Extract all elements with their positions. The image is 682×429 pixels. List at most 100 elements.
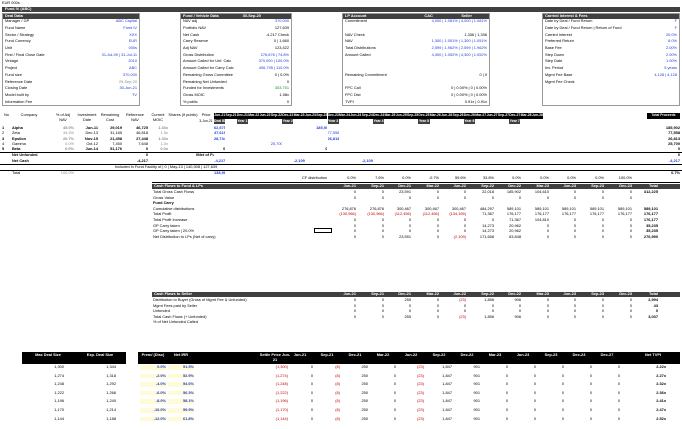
cell-value[interactable]: 185,902 <box>647 126 680 131</box>
cell-value[interactable]: 0 <box>606 190 632 195</box>
cell-value[interactable]: 0 <box>358 190 384 195</box>
cell-value[interactable]: 14,273 <box>468 224 494 229</box>
panel-value[interactable]: XXX <box>68 33 137 38</box>
matrix-cell[interactable]: 58.1% <box>168 399 194 405</box>
cell-value[interactable]: 0 <box>413 298 439 303</box>
panel-value[interactable]: 4,000 | 1.081% | 4,000 | 1.081% <box>375 19 487 24</box>
matrix-cell[interactable]: -10.0% <box>140 408 166 413</box>
cell-value[interactable]: 312,225 <box>632 190 658 195</box>
cell-value[interactable]: 0 <box>550 304 576 309</box>
cell-value[interactable]: 0 <box>578 218 604 223</box>
panel-value[interactable]: 1.00% <box>608 59 677 64</box>
matrix-cell[interactable]: -6.0% <box>140 390 166 396</box>
cell-value[interactable]: 0 <box>330 196 356 201</box>
exp-deal-size[interactable]: 1,266 <box>76 391 116 396</box>
cell-value[interactable]: 0 <box>440 218 466 223</box>
cell-value[interactable]: 0 <box>468 309 494 314</box>
cell-value[interactable]: 906 <box>495 298 522 303</box>
panel-value[interactable]: EUR <box>68 39 137 44</box>
cell-value[interactable]: 589,101 <box>523 207 549 212</box>
max-deal-size[interactable]: 1,222 <box>24 391 64 396</box>
cell-value[interactable]: (23) <box>440 298 466 303</box>
cell-value[interactable]: 185,902 <box>495 190 521 195</box>
cell-value[interactable]: 300,467 <box>385 207 411 212</box>
cell-value[interactable]: 176,177 <box>632 212 658 217</box>
cell-value[interactable]: 35,235 <box>632 224 658 229</box>
panel-value[interactable]: 31-Jul-09 | 31-Jul-11 <box>68 53 137 58</box>
cell-value[interactable]: 171,658 <box>468 235 494 240</box>
matrix-cell[interactable]: 59.9% <box>168 408 194 413</box>
cell-value[interactable]: 23,591 <box>385 235 411 240</box>
panel-value[interactable]: 2.00% <box>608 46 677 51</box>
panel-value[interactable]: 0 | 1,660 <box>234 39 289 44</box>
cell-value[interactable]: 0 <box>632 309 658 314</box>
cell-value[interactable]: 0 <box>385 304 411 309</box>
max-deal-size[interactable]: 1,248 <box>24 382 64 387</box>
cell-value[interactable]: 25,700 <box>271 142 282 147</box>
cell-value[interactable]: 138,985 <box>214 171 225 176</box>
cell-value[interactable]: 0 <box>413 235 439 240</box>
cell-value[interactable]: 0 <box>413 309 439 314</box>
cell-value[interactable]: 176,177 <box>606 212 632 217</box>
panel-value[interactable]: TV <box>68 93 137 98</box>
cell-value[interactable]: 0 <box>523 224 549 229</box>
cell-value[interactable]: 589,101 <box>606 207 632 212</box>
cell-value[interactable]: 0 <box>606 218 632 223</box>
cell-value[interactable]: -2,109 <box>293 159 305 164</box>
cell-value[interactable]: 26,813 <box>647 137 680 142</box>
panel-value[interactable]: 406,795 | 110.0% <box>234 66 289 71</box>
max-deal-size[interactable]: 1,274 <box>24 374 64 379</box>
cell-value[interactable]: 0 <box>358 229 384 234</box>
cell-value[interactable]: 276,876 <box>330 207 356 212</box>
cell-value[interactable]: (2,109) <box>440 235 466 240</box>
cell-value[interactable]: 589,101 <box>578 207 604 212</box>
cell-value[interactable]: 0 <box>550 309 576 314</box>
cell-value[interactable]: 77,558 <box>647 131 680 136</box>
cell-value[interactable]: 176,177 <box>550 212 576 217</box>
cell-value[interactable]: 104,610 <box>523 190 549 195</box>
cell-value[interactable]: 255 <box>385 315 412 320</box>
cell-value[interactable]: 104,810 <box>523 218 549 223</box>
max-deal-size[interactable]: 1,196 <box>24 399 64 404</box>
panel-value[interactable]: 276,876 | 74.8% <box>234 53 289 58</box>
cell-value[interactable]: 1,856 <box>468 298 494 303</box>
cell-value[interactable]: 28,734 <box>214 137 225 142</box>
cell-value[interactable]: 0 <box>647 153 680 158</box>
cell-value[interactable]: 0 <box>413 304 439 309</box>
cell-value[interactable]: 0 <box>468 218 494 223</box>
matrix-cell[interactable]: 51.5% <box>168 365 194 370</box>
cell-value[interactable]: 0 <box>523 304 549 309</box>
cell-value[interactable]: 0 <box>330 218 356 223</box>
cell-value[interactable]: 0 <box>578 196 604 201</box>
matrix-cell[interactable]: -4.0% <box>140 382 166 387</box>
cell-value[interactable]: (112,456) <box>385 212 411 217</box>
cell-value[interactable]: 0 <box>606 229 632 234</box>
panel-value[interactable]: 5 years <box>608 66 677 71</box>
max-deal-size[interactable]: 1,170 <box>24 408 64 413</box>
panel-value[interactable]: 0 | 0 <box>375 73 487 78</box>
cell-value[interactable]: 0 <box>440 229 466 234</box>
exp-deal-size[interactable]: 1,214 <box>76 408 116 413</box>
cell-value[interactable]: 0 <box>413 229 439 234</box>
cell-value[interactable]: 484,297 <box>468 207 494 212</box>
cell-value[interactable]: 0 <box>523 235 549 240</box>
cell-value[interactable]: 0 <box>330 309 356 314</box>
cell-value[interactable]: 0 <box>358 224 384 229</box>
cell-value[interactable]: 0 <box>385 309 411 314</box>
panel-value[interactable]: Fund IV <box>68 26 137 31</box>
matrix-cell[interactable]: 56.3% <box>168 390 194 396</box>
cell-value[interactable]: 176,177 <box>495 212 521 217</box>
matrix-cell[interactable]: -8.0% <box>140 399 166 405</box>
cell-value[interactable]: 0 <box>550 190 576 195</box>
cell-value[interactable]: 0 <box>468 304 494 309</box>
panel-value[interactable]: 127,639 <box>234 26 289 31</box>
cell-value[interactable]: 77,558 <box>328 131 339 136</box>
cell-value[interactable]: 0 <box>578 315 604 320</box>
cell-value[interactable]: 0 <box>495 196 521 201</box>
cell-value[interactable]: 0 <box>606 224 632 229</box>
cell-value[interactable]: 0 <box>578 298 604 303</box>
cell-value[interactable]: 0 <box>330 190 356 195</box>
panel-value[interactable]: 370,000 <box>68 73 137 78</box>
cell-value[interactable]: 0 <box>440 224 466 229</box>
cell-value[interactable]: (130,966) <box>358 212 384 217</box>
